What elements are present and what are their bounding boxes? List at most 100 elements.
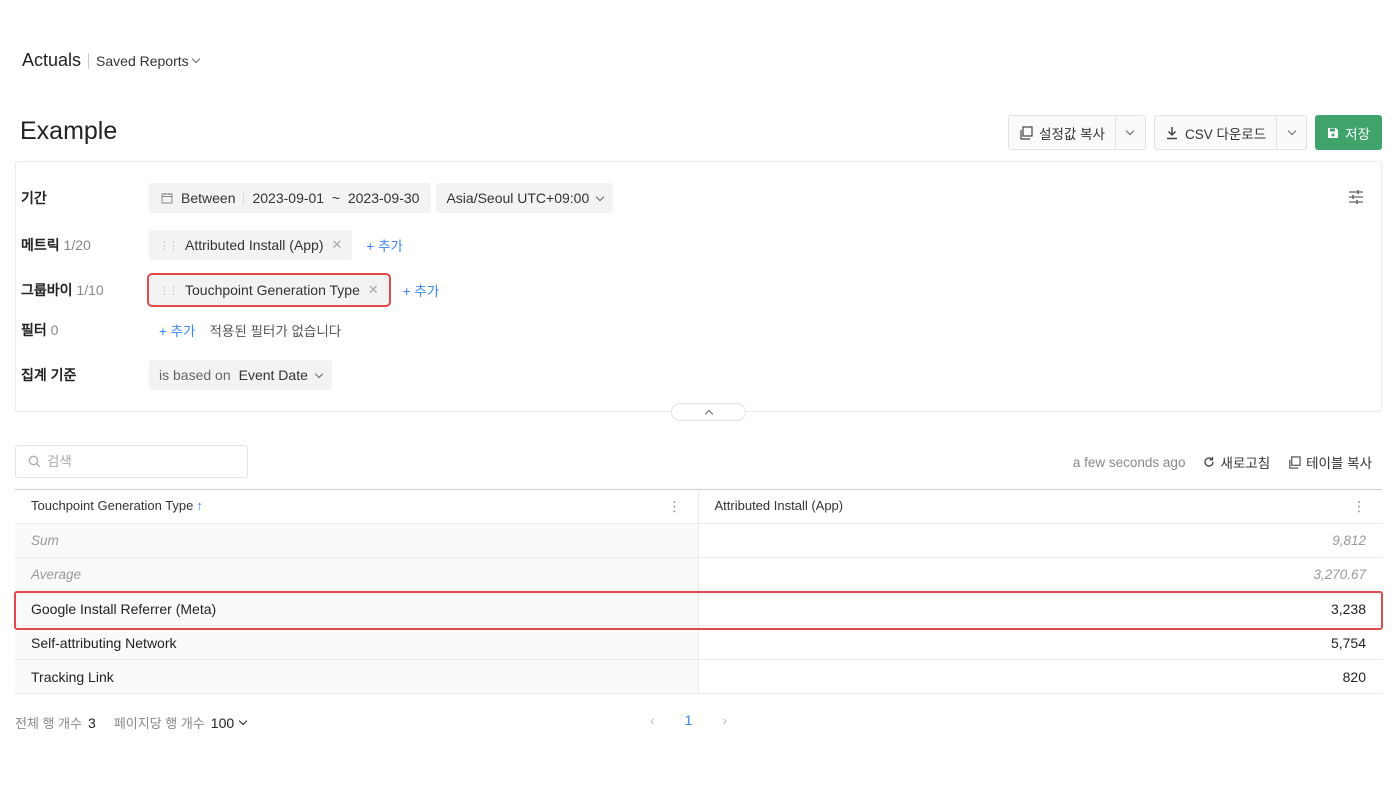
average-value: 3,270.67 bbox=[698, 557, 1382, 592]
filter-row: 필터 0 + 추가 적용된 필터가 없습니다 bbox=[21, 320, 341, 340]
refresh-icon bbox=[1204, 457, 1215, 467]
previous-page-icon[interactable]: ‹ bbox=[650, 712, 655, 728]
table-header-row: Touchpoint Generation Type ↑ ⋮ Attributed… bbox=[15, 489, 1382, 524]
next-page-icon[interactable]: › bbox=[722, 712, 727, 728]
search-input[interactable] bbox=[47, 454, 237, 469]
total-rows-value: 3 bbox=[88, 714, 96, 731]
chevron-down-icon bbox=[314, 369, 324, 378]
sum-label: Sum bbox=[15, 523, 699, 558]
save-icon bbox=[1328, 127, 1339, 138]
groupby-label-text: 그룹바이 bbox=[21, 282, 73, 298]
period-row: 기간 Between 2023-09-01 ~ 2023-09-30 Asia/… bbox=[21, 183, 614, 213]
rows-per-page-dropdown[interactable]: 100 bbox=[210, 714, 248, 731]
table-row[interactable]: Self-attributing Network 5,754 bbox=[15, 625, 1382, 660]
aggregation-dropdown[interactable]: is based on Event Date bbox=[149, 360, 332, 390]
metric-chip[interactable]: ⋮⋮ Attributed Install (App) ✕ bbox=[149, 230, 353, 260]
saved-reports-dropdown[interactable]: Saved Reports bbox=[96, 52, 200, 69]
divider bbox=[243, 191, 245, 205]
aggregation-row: 집계 기준 is based on Event Date bbox=[21, 360, 332, 390]
copy-settings-menu-button[interactable] bbox=[1114, 116, 1145, 149]
csv-download-menu-button[interactable] bbox=[1276, 116, 1306, 149]
row-name: Tracking Link bbox=[15, 659, 699, 694]
saved-reports-label: Saved Reports bbox=[96, 52, 189, 69]
action-toolbar: 설정값 복사 CSV 다운로드 저장 bbox=[1008, 115, 1382, 150]
row-value: 3,238 bbox=[698, 591, 1382, 626]
row-name: Google Install Referrer (Meta) bbox=[15, 591, 699, 626]
metric-count: 1/20 bbox=[63, 237, 91, 253]
no-filter-note: 적용된 필터가 없습니다 bbox=[209, 324, 342, 339]
sum-value: 9,812 bbox=[698, 523, 1382, 558]
groupby-chip[interactable]: ⋮⋮ Touchpoint Generation Type ✕ bbox=[147, 273, 391, 307]
column-header-label: Touchpoint Generation Type bbox=[31, 498, 194, 513]
add-filter-button[interactable]: + 추가 bbox=[159, 320, 195, 340]
column-menu-icon[interactable]: ⋮ bbox=[1352, 498, 1366, 515]
copy-table-button[interactable]: 테이블 복사 bbox=[1288, 452, 1372, 472]
filter-count: 0 bbox=[50, 322, 59, 338]
csv-download-button[interactable]: CSV 다운로드 bbox=[1155, 116, 1276, 149]
copy-table-label: 테이블 복사 bbox=[1306, 456, 1372, 471]
filter-label: 필터 0 bbox=[21, 320, 149, 340]
pagination: ‹ 1 › bbox=[650, 712, 727, 728]
add-metric-button[interactable]: + 추가 bbox=[366, 235, 402, 255]
rows-per-page-value: 100 bbox=[210, 714, 235, 731]
drag-handle-icon[interactable]: ⋮⋮ bbox=[159, 239, 179, 252]
filter-label-text: 필터 bbox=[21, 322, 47, 338]
search-icon bbox=[28, 455, 41, 468]
aggregation-prefix: is based on bbox=[159, 367, 231, 383]
column-header-touchpoint[interactable]: Touchpoint Generation Type ↑ ⋮ bbox=[15, 489, 699, 524]
column-header-installs[interactable]: Attributed Install (App) ⋮ bbox=[698, 489, 1382, 524]
groupby-chip-label: Touchpoint Generation Type bbox=[185, 282, 360, 298]
sort-ascending-icon[interactable]: ↑ bbox=[196, 498, 203, 513]
close-icon[interactable]: ✕ bbox=[332, 237, 343, 253]
total-rows-label: 전체 행 개수 bbox=[15, 716, 83, 731]
chevron-down-icon bbox=[1126, 126, 1135, 136]
average-row: Average 3,270.67 bbox=[15, 557, 1382, 592]
sliders-icon[interactable] bbox=[1348, 189, 1364, 205]
table-footer: 전체 행 개수 3 페이지당 행 개수 100 bbox=[15, 713, 248, 732]
aggregation-label: 집계 기준 bbox=[21, 367, 77, 383]
chevron-down-icon bbox=[1287, 126, 1296, 136]
timezone-dropdown[interactable]: Asia/Seoul UTC+09:00 bbox=[436, 183, 614, 213]
metric-row: 메트릭 1/20 ⋮⋮ Attributed Install (App) ✕ +… bbox=[21, 230, 403, 260]
refresh-button[interactable]: 새로고침 bbox=[1203, 452, 1270, 472]
date-mode: Between bbox=[181, 190, 236, 206]
metric-chip-label: Attributed Install (App) bbox=[185, 237, 324, 253]
copy-settings-group: 설정값 복사 bbox=[1008, 115, 1146, 150]
divider bbox=[88, 52, 90, 69]
row-value: 820 bbox=[698, 659, 1382, 694]
page-title: Example bbox=[20, 117, 118, 145]
average-label: Average bbox=[15, 557, 699, 592]
save-button[interactable]: 저장 bbox=[1315, 115, 1382, 150]
app-title: Actuals bbox=[22, 50, 82, 70]
copy-settings-button[interactable]: 설정값 복사 bbox=[1009, 116, 1115, 149]
chevron-down-icon bbox=[191, 54, 200, 64]
chevron-down-icon bbox=[596, 192, 605, 201]
add-groupby-button[interactable]: + 추가 bbox=[403, 280, 439, 300]
csv-download-label: CSV 다운로드 bbox=[1184, 126, 1267, 142]
save-label: 저장 bbox=[1345, 126, 1370, 142]
chevron-up-icon bbox=[704, 409, 713, 418]
table-row[interactable]: Google Install Referrer (Meta) 3,238 bbox=[15, 591, 1382, 626]
calendar-icon bbox=[161, 193, 173, 204]
timezone-value: Asia/Seoul UTC+09:00 bbox=[446, 190, 590, 206]
metric-label-text: 메트릭 bbox=[21, 237, 60, 253]
sum-row: Sum 9,812 bbox=[15, 523, 1382, 558]
refresh-label: 새로고침 bbox=[1220, 456, 1271, 471]
period-label: 기간 bbox=[21, 190, 47, 206]
close-icon[interactable]: ✕ bbox=[368, 282, 379, 298]
aggregation-value: Event Date bbox=[238, 367, 308, 383]
download-icon bbox=[1166, 126, 1177, 139]
column-menu-icon[interactable]: ⋮ bbox=[668, 498, 682, 515]
groupby-label: 그룹바이 1/10 bbox=[21, 280, 149, 300]
csv-download-group: CSV 다운로드 bbox=[1153, 115, 1308, 150]
page-number[interactable]: 1 bbox=[685, 712, 693, 728]
collapse-panel-button[interactable] bbox=[671, 403, 746, 421]
copy-settings-label: 설정값 복사 bbox=[1039, 126, 1105, 142]
groupby-row: 그룹바이 1/10 ⋮⋮ Touchpoint Generation Type … bbox=[21, 273, 439, 307]
drag-handle-icon[interactable]: ⋮⋮ bbox=[159, 284, 179, 297]
groupby-count: 1/10 bbox=[76, 282, 104, 298]
row-name: Self-attributing Network bbox=[15, 625, 699, 660]
table-row[interactable]: Tracking Link 820 bbox=[15, 659, 1382, 694]
report-table: Touchpoint Generation Type ↑ ⋮ Attributed… bbox=[15, 489, 1382, 694]
date-range-picker[interactable]: Between 2023-09-01 ~ 2023-09-30 bbox=[149, 183, 432, 213]
